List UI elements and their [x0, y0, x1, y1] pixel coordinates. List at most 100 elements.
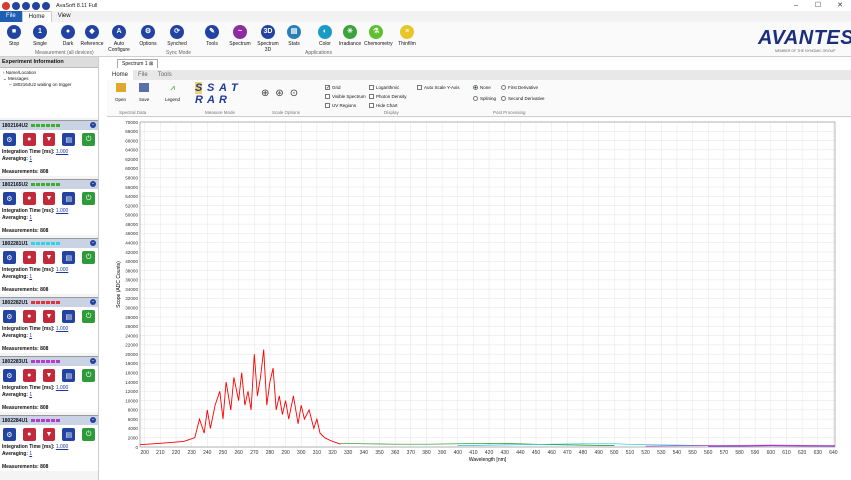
reference-button[interactable]: ◆ Reference — [80, 25, 104, 47]
reference-icon[interactable]: ▼ — [42, 251, 56, 264]
dark-icon[interactable]: ● — [22, 310, 36, 323]
legend-button[interactable]: ⩘ Legend — [165, 83, 180, 102]
stats-button[interactable]: ▤ Stats — [282, 25, 306, 47]
spectrum-3d-button[interactable]: 3D Spectrum 3D — [256, 25, 280, 53]
start-icon[interactable]: ⏻ — [82, 369, 95, 382]
settings-icon[interactable]: ⚙ — [3, 133, 16, 146]
graph-icon[interactable]: ▤ — [62, 428, 76, 441]
check-uv-regions[interactable]: UV Regions — [325, 103, 356, 108]
measure-mode-6[interactable]: R — [219, 94, 227, 106]
reference-icon[interactable]: ▼ — [42, 428, 56, 441]
measure-mode-1[interactable]: S — [207, 82, 214, 94]
reference-icon[interactable]: ▼ — [42, 192, 56, 205]
radio-none[interactable]: None — [473, 85, 491, 90]
spectrum-button[interactable]: ~ Spectrum — [228, 25, 252, 47]
check-grid[interactable]: ✓ Grid — [325, 85, 341, 91]
reference-icon[interactable]: ▼ — [42, 133, 56, 146]
graph-icon[interactable]: ▤ — [62, 251, 76, 264]
collapse-icon[interactable]: − — [90, 181, 96, 187]
start-icon[interactable]: ⏻ — [82, 251, 95, 264]
check-visible-spectrum[interactable]: Visible Spectrum — [325, 94, 366, 99]
measure-mode-4[interactable]: R — [195, 94, 203, 106]
device-header[interactable]: 1802284U1 − — [0, 416, 98, 425]
start-icon[interactable]: ⏻ — [82, 310, 95, 323]
zoom-in-icon[interactable]: ⊕ — [261, 88, 269, 99]
minimize-button[interactable]: – — [785, 0, 807, 11]
gear-icon[interactable] — [32, 1, 40, 10]
check-photon-density[interactable]: Photon Density — [369, 94, 407, 99]
tab-view[interactable]: View — [52, 11, 77, 22]
record-icon[interactable] — [2, 1, 10, 10]
settings-icon[interactable]: ⚙ — [3, 369, 16, 382]
device-header[interactable]: 1802282U1 − — [0, 298, 98, 307]
settings-icon[interactable]: ⚙ — [3, 192, 16, 205]
integration-value[interactable]: 1.000 — [56, 208, 69, 214]
zoom-reset-icon[interactable]: ⊙ — [290, 88, 298, 99]
integration-value[interactable]: 1.000 — [56, 385, 69, 391]
tab-file[interactable]: File — [0, 11, 22, 22]
integration-value[interactable]: 1.000 — [56, 326, 69, 332]
radio-splining[interactable]: Splining — [473, 96, 496, 101]
tab-home[interactable]: Home — [21, 11, 52, 22]
graph-icon[interactable]: ▤ — [62, 133, 76, 146]
settings-icon[interactable]: ⚙ — [3, 310, 16, 323]
single-button[interactable]: 1 Single — [28, 25, 52, 47]
integration-value[interactable]: 1.000 — [56, 267, 69, 273]
averaging-value[interactable]: 1 — [29, 333, 32, 339]
device-header[interactable]: 1802283U1 − — [0, 357, 98, 366]
measure-mode-3[interactable]: T — [231, 82, 238, 94]
close-button[interactable]: ✕ — [829, 0, 851, 11]
averaging-value[interactable]: 1 — [29, 274, 32, 280]
irradiance-button[interactable]: ☀ Irradiance — [338, 25, 362, 47]
stop-button[interactable]: ■ Stop — [2, 25, 26, 47]
check-logarithmic[interactable]: Logarithmic — [369, 85, 399, 90]
arrow-icon[interactable] — [22, 1, 30, 10]
integration-value[interactable]: 1.000 — [56, 149, 69, 155]
chemometry-button[interactable]: ⚗ Chemometry — [364, 25, 393, 47]
dark-icon[interactable]: ● — [22, 251, 36, 264]
device-header[interactable]: 1802164U2 − — [0, 121, 98, 130]
graph-icon[interactable]: ▤ — [62, 192, 76, 205]
dark-icon[interactable]: ● — [22, 192, 36, 205]
reference-icon[interactable]: ▼ — [42, 310, 56, 323]
doc-tab-spectrum-1[interactable]: Spectrum 1 ⊠ — [117, 59, 159, 68]
sub-tab-file[interactable]: File — [133, 70, 153, 80]
graph-icon[interactable]: ▤ — [62, 310, 76, 323]
dark-icon[interactable]: ● — [22, 428, 36, 441]
device-header[interactable]: 1802165U2 − — [0, 180, 98, 189]
check-auto-scale-y-axis[interactable]: Auto Scale Y-Axis — [417, 85, 460, 90]
dark-icon[interactable]: ● — [22, 133, 36, 146]
measure-mode-0[interactable]: S — [195, 82, 203, 94]
averaging-value[interactable]: 1 — [29, 392, 32, 398]
measure-mode-2[interactable]: A — [219, 82, 227, 94]
averaging-value[interactable]: 1 — [29, 156, 32, 162]
spectrum-chart[interactable]: 200 210 220 230 240 250 260 270 280 290 300 310 320 3… — [107, 119, 851, 479]
check-hide-chart[interactable]: Hide Chart — [369, 103, 398, 108]
start-icon[interactable]: ⏻ — [82, 428, 95, 441]
radio-second-derivative[interactable]: Second Derivative — [501, 96, 545, 101]
sub-tab-home[interactable]: Home — [107, 70, 134, 80]
save-button[interactable]: Save — [139, 83, 149, 102]
open-button[interactable]: Open — [115, 83, 126, 102]
dark-icon[interactable]: ● — [22, 369, 36, 382]
collapse-icon[interactable]: − — [90, 122, 96, 128]
zoom-move-icon[interactable]: ⊛ — [275, 88, 283, 99]
settings-icon[interactable]: ⚙ — [3, 251, 16, 264]
color-button[interactable]: ◐ Color — [313, 25, 337, 47]
options-button[interactable]: ⚙ Options — [136, 25, 160, 47]
settings-icon[interactable]: ⚙ — [3, 428, 16, 441]
dark-button[interactable]: ● Dark — [56, 25, 80, 47]
save-icon[interactable] — [42, 1, 50, 10]
device-header[interactable]: 1802281U1 − — [0, 239, 98, 248]
tree-item-message[interactable]: – 1802164U2 waiting on trigger — [3, 82, 95, 88]
start-icon[interactable]: ⏻ — [82, 192, 95, 205]
averaging-value[interactable]: 1 — [29, 451, 32, 457]
auto-configure-button[interactable]: A Auto Configure — [108, 25, 130, 53]
integration-value[interactable]: 1.000 — [56, 444, 69, 450]
synched-button[interactable]: ⟳ Synched — [165, 25, 189, 47]
reference-icon[interactable]: ▼ — [42, 369, 56, 382]
graph-icon[interactable]: ▤ — [62, 369, 76, 382]
radio-first-derivative[interactable]: First Derivative — [501, 85, 538, 90]
tools-button[interactable]: ✎ Tools — [200, 25, 224, 47]
start-icon[interactable]: ⏻ — [82, 133, 95, 146]
